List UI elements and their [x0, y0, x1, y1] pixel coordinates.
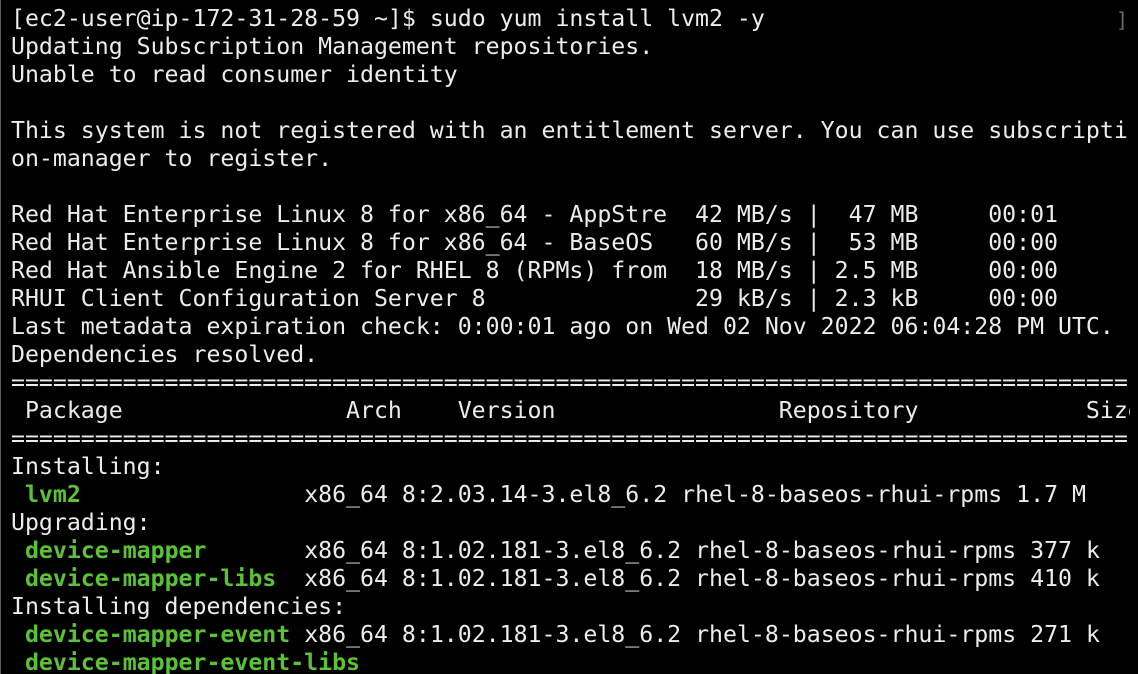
table-header: Package Arch Version Repository Size: [11, 397, 1130, 424]
section-heading: Installing:: [11, 453, 165, 480]
package-details: x86_64 8:1.02.181-3.el8_6.2 rhel-8-baseo…: [304, 621, 1100, 648]
table-row: device-mapper x86_64 8:1.02.181-3.el8_6.…: [11, 537, 1130, 565]
output-line: Updating Subscription Management reposit…: [11, 33, 654, 60]
separator-line: ========================================…: [11, 369, 1128, 396]
output-line: Dependencies resolved.: [11, 341, 319, 368]
repo-download-line: Red Hat Ansible Engine 2 for RHEL 8 (RPM…: [11, 257, 1059, 284]
section-heading: Installing dependencies:: [11, 593, 347, 620]
output-line: Last metadata expiration check: 0:00:01 …: [11, 313, 1114, 340]
typed-command: sudo yum install lvm2 -y: [429, 5, 765, 32]
table-row: device-mapper-libs x86_64 8:1.02.181-3.e…: [11, 565, 1130, 593]
package-name: device-mapper: [24, 537, 207, 564]
package-details: x86_64 8:1.02.181-3.el8_6.2 rhel-8-baseo…: [304, 537, 1100, 564]
table-row: device-mapper-event-libs: [11, 649, 1130, 674]
terminal-window[interactable]: [ec2-user@ip-172-31-28-59 ~]$ sudo yum i…: [0, 0, 1130, 674]
package-name: device-mapper-event: [24, 621, 291, 648]
separator-line: ========================================…: [11, 425, 1128, 452]
output-line: on-manager to register.: [11, 145, 333, 172]
package-name: device-mapper-libs: [24, 565, 277, 592]
section-heading: Upgrading:: [11, 509, 151, 536]
scrollbar-track[interactable]: [1130, 0, 1138, 674]
shell-prompt: [ec2-user@ip-172-31-28-59 ~]$: [11, 5, 430, 32]
package-details: x86_64 8:1.02.181-3.el8_6.2 rhel-8-baseo…: [304, 565, 1100, 592]
repo-download-line: Red Hat Enterprise Linux 8 for x86_64 - …: [11, 201, 1059, 228]
package-name: lvm2: [24, 481, 81, 508]
command-line: [ec2-user@ip-172-31-28-59 ~]$ sudo yum i…: [11, 5, 1130, 33]
package-details: x86_64 8:2.03.14-3.el8_6.2 rhel-8-baseos…: [304, 481, 1086, 508]
output-line: This system is not registered with an en…: [11, 117, 1128, 144]
output-line: Unable to read consumer identity: [11, 61, 458, 88]
selection-bracket-end: ]: [1115, 8, 1128, 32]
repo-download-line: RHUI Client Configuration Server 8 29 kB…: [11, 285, 1059, 312]
package-name: device-mapper-event-libs: [24, 649, 361, 674]
table-row: lvm2 x86_64 8:2.03.14-3.el8_6.2 rhel-8-b…: [11, 481, 1130, 509]
repo-download-line: Red Hat Enterprise Linux 8 for x86_64 - …: [11, 229, 1059, 256]
table-row: device-mapper-event x86_64 8:1.02.181-3.…: [11, 621, 1130, 649]
